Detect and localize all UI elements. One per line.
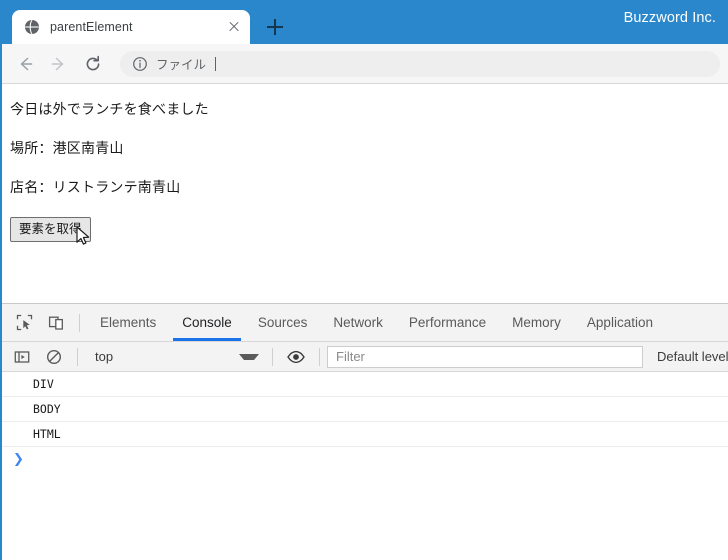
page-viewport: 今日は外でランチを食べました 場所：港区南青山 店名：リストランテ南青山 要素を… bbox=[2, 84, 728, 303]
text-caret bbox=[215, 56, 217, 71]
filterbar-divider-1 bbox=[77, 347, 78, 366]
clear-console-button[interactable] bbox=[38, 342, 70, 372]
tab-title: parentElement bbox=[50, 20, 133, 34]
console-filter-toolbar: top Default levels bbox=[2, 342, 728, 372]
console-message-row: DIV bbox=[2, 372, 728, 397]
prompt-arrow-icon: ❯ bbox=[13, 452, 24, 467]
page-text-line-1: 今日は外でランチを食べました bbox=[10, 101, 209, 117]
console-sidebar-icon bbox=[14, 350, 30, 363]
arrow-right-icon bbox=[51, 57, 64, 70]
reload-button[interactable] bbox=[78, 49, 108, 79]
tab-label: Application bbox=[586, 315, 653, 330]
console-message-row: HTML bbox=[2, 422, 728, 447]
console-sidebar-button[interactable] bbox=[6, 342, 38, 372]
log-levels-select[interactable]: Default levels bbox=[657, 349, 728, 364]
tab-label: Memory bbox=[512, 315, 561, 330]
forward-button[interactable] bbox=[44, 49, 74, 79]
tab-label: Network bbox=[333, 315, 383, 330]
tab-label: Performance bbox=[408, 315, 487, 330]
devtools-tabbar: Elements Console Sources Network Perform… bbox=[2, 304, 728, 342]
chevron-down-icon bbox=[239, 353, 259, 360]
inspect-element-icon bbox=[16, 314, 32, 331]
clear-console-icon bbox=[46, 349, 62, 364]
page-text-line-3: 店名：リストランテ南青山 bbox=[10, 179, 181, 195]
browser-toolbar: ファイル bbox=[2, 44, 728, 84]
execution-context-select[interactable]: top bbox=[85, 346, 265, 368]
tab-label: Elements bbox=[100, 315, 157, 330]
console-message-row: BODY bbox=[2, 397, 728, 422]
console-prompt[interactable]: ❯ bbox=[2, 447, 728, 472]
tab-strip: parentElement bbox=[2, 0, 292, 44]
devtools-panel: Elements Console Sources Network Perform… bbox=[2, 303, 728, 560]
browser-tab-parentelement[interactable]: parentElement bbox=[12, 10, 250, 44]
filterbar-divider-2 bbox=[272, 347, 273, 366]
device-toggle-icon bbox=[48, 316, 63, 330]
close-icon[interactable] bbox=[226, 19, 242, 35]
console-output: DIV BODY HTML ❯ bbox=[2, 372, 728, 560]
brand-label: Buzzword Inc. bbox=[623, 10, 716, 26]
live-expression-eye-icon bbox=[287, 350, 305, 363]
reload-icon bbox=[86, 55, 100, 70]
get-element-button[interactable]: 要素を取得 bbox=[10, 217, 91, 242]
tab-sources[interactable]: Sources bbox=[245, 304, 321, 341]
address-bar[interactable]: ファイル bbox=[120, 50, 720, 77]
console-filter-input[interactable] bbox=[327, 345, 643, 368]
inspect-element-button[interactable] bbox=[8, 308, 40, 338]
tab-application[interactable]: Application bbox=[574, 304, 666, 341]
globe-icon bbox=[24, 19, 40, 35]
filterbar-divider-3 bbox=[319, 347, 320, 366]
back-button[interactable] bbox=[10, 49, 40, 79]
browser-window: parentElement Buzzword Inc. ファイル 今日は外でラン… bbox=[0, 0, 728, 560]
tab-performance[interactable]: Performance bbox=[396, 304, 499, 341]
new-tab-button[interactable] bbox=[258, 10, 292, 44]
tab-network[interactable]: Network bbox=[320, 304, 396, 341]
tab-label: Console bbox=[182, 315, 232, 330]
browser-titlebar: parentElement Buzzword Inc. bbox=[2, 0, 728, 44]
live-expression-button[interactable] bbox=[280, 342, 312, 372]
address-bar-text: ファイル bbox=[156, 58, 207, 72]
tab-label: Sources bbox=[257, 315, 308, 330]
tab-console[interactable]: Console bbox=[169, 304, 245, 341]
device-toolbar-button[interactable] bbox=[40, 308, 72, 338]
info-circle-icon[interactable] bbox=[132, 56, 148, 72]
page-text-line-2: 場所：港区南青山 bbox=[10, 140, 124, 156]
execution-context-label: top bbox=[95, 349, 114, 364]
toolbar-divider bbox=[79, 313, 80, 332]
tab-elements[interactable]: Elements bbox=[87, 304, 169, 341]
arrow-left-icon bbox=[20, 57, 33, 70]
tab-memory[interactable]: Memory bbox=[499, 304, 574, 341]
